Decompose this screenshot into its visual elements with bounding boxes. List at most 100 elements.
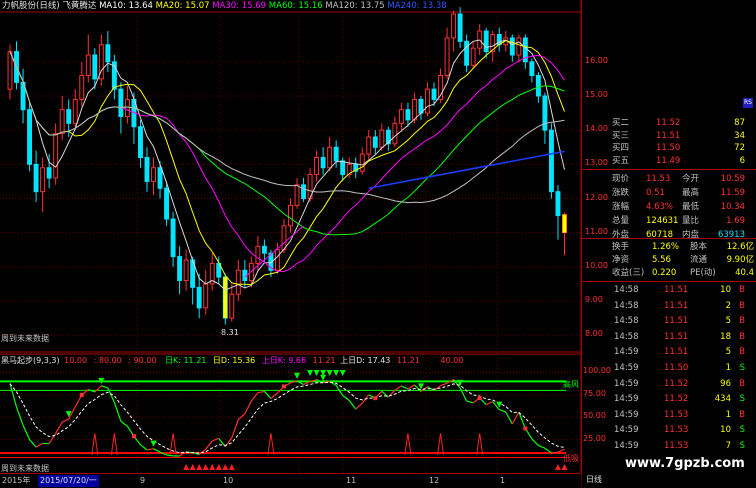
tick-direction: S: [740, 362, 745, 374]
candle-body: [412, 99, 416, 120]
tick-time: 14:58: [614, 284, 639, 296]
future-data-label: 周到未来数据: [1, 333, 49, 344]
tick-row: 14:5911.52434S: [582, 393, 756, 405]
cross-marker: [523, 426, 527, 430]
stat-label: 外盘: [612, 229, 629, 241]
buy-triangle: [222, 464, 228, 470]
stat-label-2: 量比: [682, 215, 699, 227]
indicator-name: 飞黄腾达: [62, 1, 96, 11]
k-line-segment: [486, 402, 493, 405]
ma120-label: MA120: 13.75: [325, 1, 384, 11]
sub-d: 日D: 15.36: [213, 356, 255, 365]
tick-direction: B: [739, 346, 745, 358]
top-triangle: [307, 370, 313, 376]
sub-header: 黑马起步(9,3,3) 10.00 : 80.00 : 90.00 日K: 11…: [1, 356, 463, 366]
candle-body: [178, 257, 182, 281]
tick-row: 14:5811.512B: [582, 300, 756, 312]
candle-body: [93, 55, 97, 79]
ask-row: 买五11.496: [582, 155, 756, 167]
stat-value-2: 1.69: [726, 215, 745, 227]
tick-row: 14:5911.531B: [582, 409, 756, 421]
candle-body: [28, 110, 32, 165]
buy-triangle: [183, 464, 189, 470]
k-line-segment: [519, 412, 526, 428]
k-line-segment: [441, 383, 448, 385]
sub-v4: 11.21: [313, 356, 336, 365]
tick-price: 11.53: [664, 409, 688, 421]
candle-body: [289, 205, 293, 226]
candle-body: [445, 38, 449, 76]
tick-volume: 5: [726, 346, 731, 358]
candle-body: [295, 185, 299, 206]
tick-price: 11.53: [664, 424, 688, 436]
ma30-label: MA30: 15.69: [212, 1, 266, 11]
tick-time: 14:59: [614, 346, 639, 358]
stat2-row: 净资5.56流通9.90亿: [582, 254, 756, 266]
sub-v5: 11.21: [397, 356, 420, 365]
tick-row: 14:5911.501S: [582, 362, 756, 374]
candle-body: [432, 89, 436, 99]
stat-value: 124631: [646, 215, 678, 227]
top-triangle: [340, 370, 346, 376]
k-line-segment: [271, 393, 278, 398]
candle-body: [536, 76, 540, 97]
k-line-segment: [238, 414, 245, 420]
down-arrow-marker: [294, 373, 300, 379]
stat2-label-2: 股本: [690, 241, 707, 253]
top-triangle: [314, 370, 320, 376]
rsi-icon[interactable]: RS: [743, 98, 753, 108]
stat2-label-2: 流通: [690, 254, 707, 266]
month-tick-label: 11: [346, 475, 356, 487]
candle-body: [158, 168, 162, 189]
cross-marker: [132, 434, 136, 438]
signal-spike: [438, 433, 444, 454]
stat2-value-2: 12.6亿: [727, 241, 754, 253]
buy-triangle: [216, 464, 222, 470]
candle-body: [510, 38, 514, 55]
stat-label-2: 今开: [682, 173, 699, 185]
k-line-segment: [499, 410, 506, 412]
tick-direction: B: [739, 378, 745, 390]
stat-label-2: 内盘: [682, 229, 699, 241]
k-line-segment: [245, 401, 252, 414]
tick-time: 14:59: [614, 393, 639, 405]
candle-body: [426, 89, 430, 113]
cross-marker: [282, 384, 286, 388]
candle-body: [236, 270, 240, 294]
k-line-segment: [101, 386, 108, 388]
tick-price: 11.51: [664, 284, 688, 296]
tick-direction: S: [740, 424, 745, 436]
stat2-label: 净资: [612, 254, 629, 266]
stat2-label-2: PE(动): [690, 267, 716, 279]
k-line-segment: [10, 384, 17, 407]
k-line-segment: [401, 386, 408, 389]
tick-row: 14:5911.5296B: [582, 378, 756, 390]
candle-body: [119, 89, 123, 116]
k-line-segment: [30, 440, 37, 448]
tick-time: 14:59: [614, 378, 639, 390]
stat-value-2: 11.59: [721, 187, 745, 199]
candle-body: [282, 226, 286, 250]
ma30-line: [10, 52, 565, 272]
month-tick-label: 9: [140, 475, 145, 487]
signal-spike: [170, 433, 176, 454]
top-triangle: [327, 370, 333, 376]
ask-volume: 72: [734, 142, 745, 154]
tick-direction: B: [739, 300, 745, 312]
tick-time: 14:59: [614, 424, 639, 436]
buy-triangle: [209, 464, 215, 470]
candle-body: [54, 134, 58, 178]
panel-divider: [582, 238, 756, 239]
highlight-candle: [563, 215, 567, 233]
candle-body: [341, 161, 345, 175]
stat-label-2: 最低: [682, 201, 699, 213]
k-line-segment: [49, 433, 56, 443]
tick-price: 11.52: [664, 393, 688, 405]
ma10-label: MA10: 13.64: [99, 1, 153, 11]
k-line-segment: [258, 391, 265, 392]
period-scale[interactable]: 日线: [586, 474, 602, 486]
tick-volume: 2: [726, 300, 731, 312]
candle-body: [67, 110, 71, 124]
sub-uk: 上日K: 9.66: [262, 356, 306, 365]
tick-direction: S: [740, 393, 745, 405]
